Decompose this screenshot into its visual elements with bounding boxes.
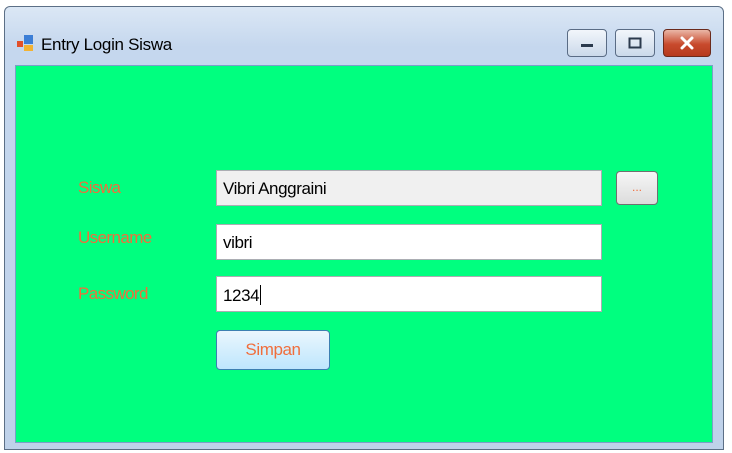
close-icon bbox=[680, 36, 694, 50]
close-button[interactable] bbox=[663, 29, 711, 57]
save-button[interactable]: Simpan bbox=[216, 330, 330, 370]
password-label: Password bbox=[78, 284, 148, 303]
app-window: Entry Login Siswa Siswa Vibri Anggraini … bbox=[4, 6, 724, 450]
username-label: Username bbox=[78, 228, 152, 247]
maximize-button[interactable] bbox=[615, 29, 655, 57]
minimize-button[interactable] bbox=[567, 29, 607, 57]
text-caret bbox=[260, 285, 262, 305]
window-title: Entry Login Siswa bbox=[41, 35, 172, 54]
form-client-area: Siswa Vibri Anggraini ... Username vibri… bbox=[15, 65, 713, 443]
username-field[interactable]: vibri bbox=[216, 224, 602, 260]
minimize-icon bbox=[581, 44, 593, 47]
app-icon bbox=[17, 35, 33, 51]
password-field[interactable]: 1234 bbox=[216, 276, 602, 312]
siswa-label: Siswa bbox=[78, 178, 121, 197]
maximize-icon bbox=[628, 37, 642, 49]
username-value: vibri bbox=[223, 233, 253, 252]
password-value: 1234 bbox=[223, 286, 260, 305]
title-bar[interactable]: Entry Login Siswa bbox=[5, 7, 723, 59]
siswa-field[interactable]: Vibri Anggraini bbox=[216, 170, 602, 206]
browse-siswa-button[interactable]: ... bbox=[616, 171, 658, 205]
